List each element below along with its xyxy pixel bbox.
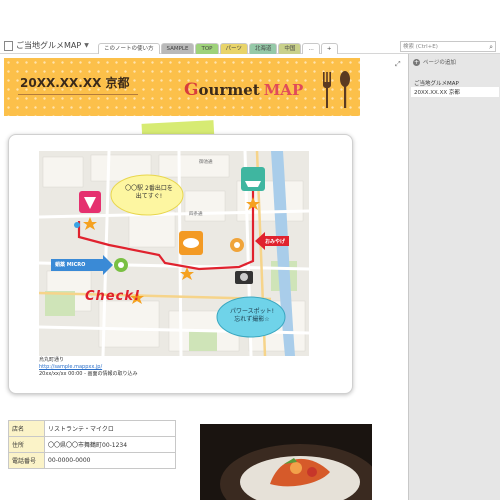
tab-chugoku[interactable]: 中国 (278, 43, 302, 54)
section-tabs: このノートの使い方 SAMPLE TOP パーツ 北海道 中国 … + (98, 43, 338, 54)
street-label-1: 四条通 (189, 212, 203, 217)
tab-sample[interactable]: SAMPLE (160, 43, 195, 54)
bowl-marker (241, 167, 265, 191)
search-input[interactable]: 検索 (Ctrl+E) ⌕ (400, 41, 496, 52)
restaurant-info-table: 店名 リストランテ・マイクロ 住所 〇〇県〇〇市舞鶴町00-1234 電話番号 … (8, 420, 176, 469)
map-card: 〇〇駅 2番出口を 出てすぐ! パワースポット! 忘れず撮影☆ Check! 蛸… (8, 134, 353, 394)
search-icon[interactable]: ⌕ (489, 42, 493, 52)
route-map[interactable]: 〇〇駅 2番出口を 出てすぐ! パワースポット! 忘れず撮影☆ Check! 蛸… (39, 151, 309, 356)
tab-how-to-use[interactable]: このノートの使い方 (98, 43, 160, 54)
table-row: 電話番号 00-0000-0000 (8, 452, 176, 469)
callout-power-spot: パワースポット! 忘れず撮影☆ (229, 308, 275, 323)
title-underline (18, 94, 138, 95)
check-label: Check! (85, 289, 141, 304)
map-credit: 烏丸町通り http://sample.mappxx.jp/ 20xx/xx/x… (39, 357, 138, 377)
notebook-selector[interactable]: ご当地グルメMAP ▼ (4, 40, 89, 51)
page-item-kyoto[interactable]: 20XX.XX.XX 京都 (411, 87, 499, 97)
station-arrow-label: 蛸薬 MICRO (55, 262, 86, 268)
notebook-icon (4, 40, 13, 51)
expand-icon[interactable]: ⤢ (395, 60, 401, 69)
banner: 20XX.XX.XX 京都 Gourmet MAP (4, 58, 360, 116)
street-label-2: 御池通 (199, 160, 213, 165)
food-photo (200, 424, 372, 500)
add-page-button[interactable]: + ページの追加 (413, 58, 456, 66)
souvenir-arrow-label: おみやげ (265, 239, 286, 245)
page-title: 20XX.XX.XX 京都 (20, 76, 130, 90)
map-graphic (39, 151, 309, 356)
tab-top[interactable]: TOP (195, 43, 219, 54)
table-row: 住所 〇〇県〇〇市舞鶴町00-1234 (8, 436, 176, 453)
chevron-down-icon: ▼ (84, 42, 89, 49)
tab-parts[interactable]: パーツ (219, 43, 248, 54)
page-list-pane: + ページの追加 ご当地グルメMAP 20XX.XX.XX 京都 (408, 54, 500, 500)
callout-station: 〇〇駅 2番出口を 出てすぐ! (125, 185, 173, 200)
tab-more[interactable]: … (302, 43, 320, 54)
tab-hokkaido[interactable]: 北海道 (248, 43, 278, 54)
food-image (220, 444, 372, 500)
fork-spoon-icon (323, 71, 350, 108)
search-placeholder: 検索 (Ctrl+E) (403, 44, 438, 50)
page-canvas[interactable]: ⤢ 20XX.XX.XX 京都 Gourmet MAP 〇〇駅 2番出口を 出て… (0, 54, 408, 500)
plus-icon: + (413, 58, 420, 66)
map-link[interactable]: http://sample.mappxx.jp/ (39, 364, 137, 371)
gourmet-map-logo: Gourmet MAP (184, 80, 304, 100)
onenote-window: ご当地グルメMAP ▼ このノートの使い方 SAMPLE TOP パーツ 北海道… (0, 0, 500, 500)
table-row: 店名 リストランテ・マイクロ (8, 420, 176, 437)
notebook-title: ご当地グルメMAP (16, 41, 82, 50)
tab-add[interactable]: + (320, 43, 338, 54)
